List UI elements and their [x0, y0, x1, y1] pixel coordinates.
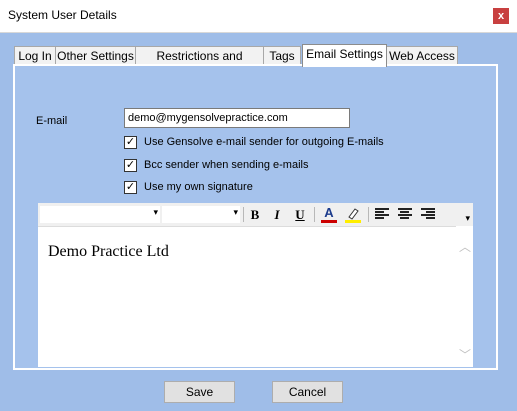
font-color-icon: A	[324, 205, 334, 220]
italic-button[interactable]: I	[268, 206, 286, 223]
align-center-button[interactable]	[398, 208, 412, 220]
editor-scrollbar[interactable]: ︿ ﹀	[456, 226, 473, 367]
bold-button[interactable]: B	[246, 206, 264, 223]
toolbar-separator	[314, 207, 315, 222]
font-color-button[interactable]: A	[320, 206, 338, 223]
signature-text[interactable]: Demo Practice Ltd	[48, 243, 169, 261]
underline-button[interactable]: U	[291, 206, 309, 223]
scroll-down-icon[interactable]: ﹀	[459, 346, 471, 363]
title-bar: System User Details x	[0, 0, 517, 33]
highlight-color-swatch	[345, 220, 361, 223]
window-body: Log In Other Settings Restrictions and S…	[0, 33, 517, 411]
email-input[interactable]	[124, 108, 350, 128]
cancel-button[interactable]: Cancel	[272, 381, 343, 403]
window-title: System User Details	[8, 8, 117, 22]
use-own-signature-label: Use my own signature	[144, 181, 253, 193]
font-color-swatch	[321, 220, 337, 223]
close-button[interactable]: x	[493, 8, 509, 24]
chevron-down-icon[interactable]: ▾	[153, 207, 158, 218]
email-label: E-mail	[36, 115, 68, 127]
align-right-button[interactable]	[421, 208, 435, 220]
highlighter-icon	[348, 208, 359, 220]
editor-toolbar: ▾ ▾ B I U A ▾	[38, 203, 473, 227]
align-left-button[interactable]	[375, 208, 389, 220]
checkbox-checked-icon[interactable]: ✓	[124, 181, 137, 194]
toolbar-separator	[243, 207, 244, 222]
use-gensolve-sender-label: Use Gensolve e-mail sender for outgoing …	[144, 136, 384, 148]
font-size-dropdown[interactable]: ▾	[162, 206, 240, 223]
bcc-sender-label: Bcc sender when sending e-mails	[144, 159, 309, 171]
toolbar-overflow-icon[interactable]: ▾	[465, 213, 470, 224]
panel-content: E-mail ✓ Use Gensolve e-mail sender for …	[0, 33, 517, 411]
checkbox-checked-icon[interactable]: ✓	[124, 136, 137, 149]
signature-editor: ▾ ▾ B I U A ▾ Demo Practice Ltd ︿ ﹀	[38, 203, 473, 367]
toolbar-separator	[368, 207, 369, 222]
save-button[interactable]: Save	[164, 381, 235, 403]
checkbox-checked-icon[interactable]: ✓	[124, 159, 137, 172]
chevron-down-icon[interactable]: ▾	[233, 207, 238, 218]
highlight-button[interactable]	[344, 206, 362, 223]
scroll-up-icon[interactable]: ︿	[459, 238, 471, 255]
font-family-dropdown[interactable]: ▾	[40, 206, 160, 223]
